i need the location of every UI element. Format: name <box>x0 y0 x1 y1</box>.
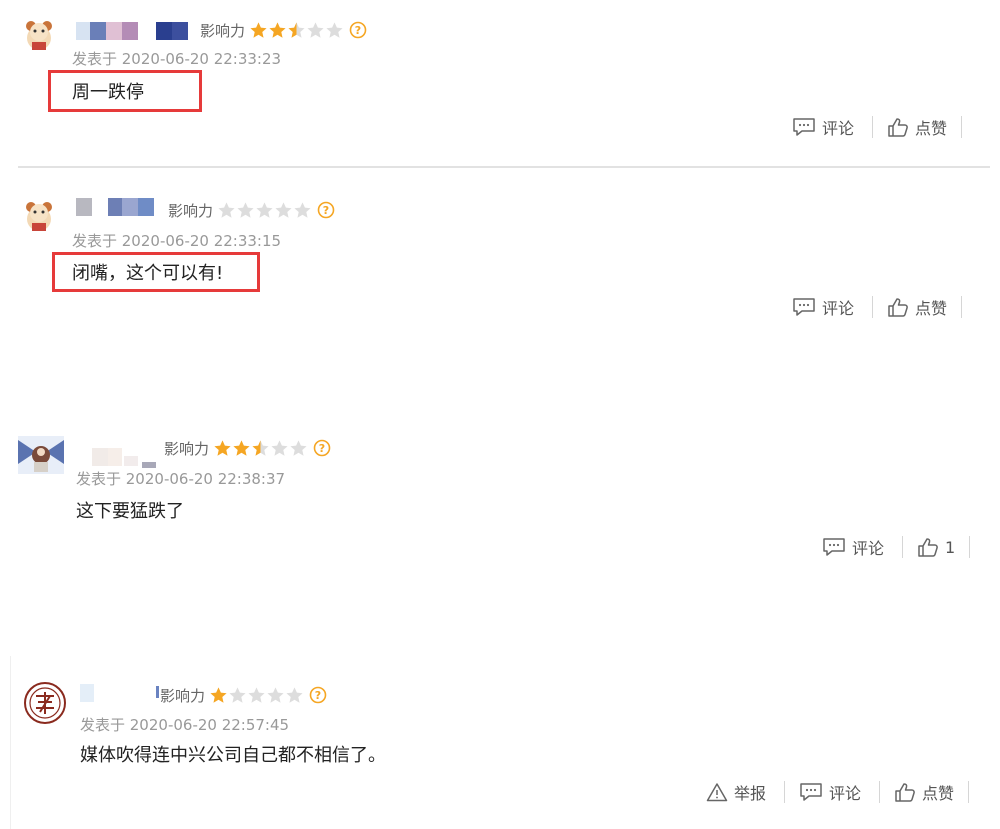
star-icon <box>233 439 250 456</box>
action-separator <box>961 296 963 318</box>
star-icon <box>250 21 267 38</box>
star-icon <box>290 439 307 456</box>
post-timestamp: 发表于 2020-06-20 22:38:37 <box>76 470 286 488</box>
comment-button-label: 评论 <box>822 299 855 318</box>
comment-bubble-icon <box>823 538 845 556</box>
comment-bubble-icon <box>793 118 815 136</box>
comment-button[interactable]: 评论 <box>799 780 861 804</box>
comment-button-label: 评论 <box>822 119 855 138</box>
avatar[interactable] <box>22 199 56 233</box>
star-icon <box>229 686 246 703</box>
star-icon <box>210 686 227 703</box>
post-timestamp: 发表于 2020-06-20 22:33:23 <box>72 50 282 68</box>
warning-triangle-icon <box>706 783 728 802</box>
action-separator <box>872 116 874 138</box>
comment-bubble-icon <box>793 298 815 316</box>
star-icon <box>248 686 265 703</box>
comment-bubble-icon <box>800 783 822 801</box>
comment-actions: 评论 点赞 <box>792 294 963 320</box>
comment-actions: 评论 点赞 <box>792 114 963 140</box>
like-button[interactable]: 点赞 <box>894 780 954 804</box>
avatar[interactable] <box>24 682 66 724</box>
influence-label: 影响力 <box>200 21 246 40</box>
action-separator <box>961 116 963 138</box>
influence-rating: 影响力 ? <box>168 200 335 220</box>
post-timestamp: 发表于 2020-06-20 22:57:45 <box>80 716 290 734</box>
comment-text: 周一跌停 <box>72 82 144 103</box>
comment-button[interactable]: 评论 <box>792 295 854 319</box>
comment-actions: 举报 评论 点赞 <box>706 779 970 805</box>
like-button[interactable]: 点赞 <box>887 115 947 139</box>
star-icon <box>218 201 235 218</box>
influence-label: 影响力 <box>168 201 214 220</box>
star-icon <box>267 686 284 703</box>
influence-label: 影响力 <box>164 439 210 458</box>
action-separator <box>969 536 971 558</box>
action-separator <box>784 781 786 803</box>
comment-text: 媒体吹得连中兴公司自己都不相信了。 <box>80 745 386 766</box>
star-icon <box>252 439 269 456</box>
question-circle-icon[interactable]: ? <box>317 201 335 219</box>
svg-text:?: ? <box>355 24 361 37</box>
star-rating <box>213 439 308 458</box>
report-button[interactable]: 举报 <box>706 780 766 804</box>
like-button-label: 点赞 <box>922 784 955 803</box>
thumbs-up-icon <box>888 298 908 317</box>
influence-rating: 影响力 ? <box>160 685 327 705</box>
question-circle-icon[interactable]: ? <box>349 21 367 39</box>
star-icon <box>271 439 288 456</box>
star-icon <box>294 201 311 218</box>
username-redacted[interactable] <box>76 22 192 40</box>
action-separator <box>872 296 874 318</box>
thumbs-up-icon <box>918 538 938 557</box>
star-icon <box>326 21 343 38</box>
username-redacted[interactable] <box>76 198 160 216</box>
like-button-label: 点赞 <box>915 119 948 138</box>
report-button-label: 举报 <box>734 784 767 803</box>
star-icon <box>286 686 303 703</box>
like-count: 1 <box>945 537 956 557</box>
star-icon <box>288 21 305 38</box>
influence-rating: 影响力 ? <box>164 438 331 458</box>
comment-divider <box>18 166 990 168</box>
star-icon <box>237 201 254 218</box>
star-rating <box>217 201 312 220</box>
question-circle-icon[interactable]: ? <box>313 439 331 457</box>
star-icon <box>307 21 324 38</box>
action-separator <box>968 781 970 803</box>
star-icon <box>214 439 231 456</box>
star-rating <box>249 21 344 40</box>
svg-text:?: ? <box>315 689 321 702</box>
comment-text: 闭嘴，这个可以有! <box>72 263 224 284</box>
like-button[interactable]: 1 <box>917 537 955 557</box>
username-redacted[interactable] <box>80 684 162 702</box>
thumbs-up-icon <box>895 783 915 802</box>
star-icon <box>256 201 273 218</box>
thumbs-up-icon <box>888 118 908 137</box>
comment-text: 这下要猛跌了 <box>76 501 184 522</box>
comment-button-label: 评论 <box>829 784 862 803</box>
comment-actions: 评论 1 <box>822 534 971 560</box>
action-separator <box>879 781 881 803</box>
action-separator <box>902 536 904 558</box>
left-border <box>10 656 11 829</box>
influence-label: 影响力 <box>160 686 206 705</box>
like-button[interactable]: 点赞 <box>887 295 947 319</box>
username-redacted[interactable] <box>80 448 160 468</box>
comment-button[interactable]: 评论 <box>822 535 884 559</box>
question-circle-icon[interactable]: ? <box>309 686 327 704</box>
star-icon <box>275 201 292 218</box>
post-timestamp: 发表于 2020-06-20 22:33:15 <box>72 232 282 250</box>
svg-text:?: ? <box>319 442 325 455</box>
comment-button-label: 评论 <box>852 539 885 558</box>
avatar[interactable] <box>18 436 64 474</box>
influence-rating: 影响力 ? <box>200 20 367 40</box>
star-icon <box>269 21 286 38</box>
comment-button[interactable]: 评论 <box>792 115 854 139</box>
star-rating <box>209 686 304 705</box>
avatar[interactable] <box>22 18 56 52</box>
like-button-label: 点赞 <box>915 299 948 318</box>
svg-text:?: ? <box>323 204 329 217</box>
